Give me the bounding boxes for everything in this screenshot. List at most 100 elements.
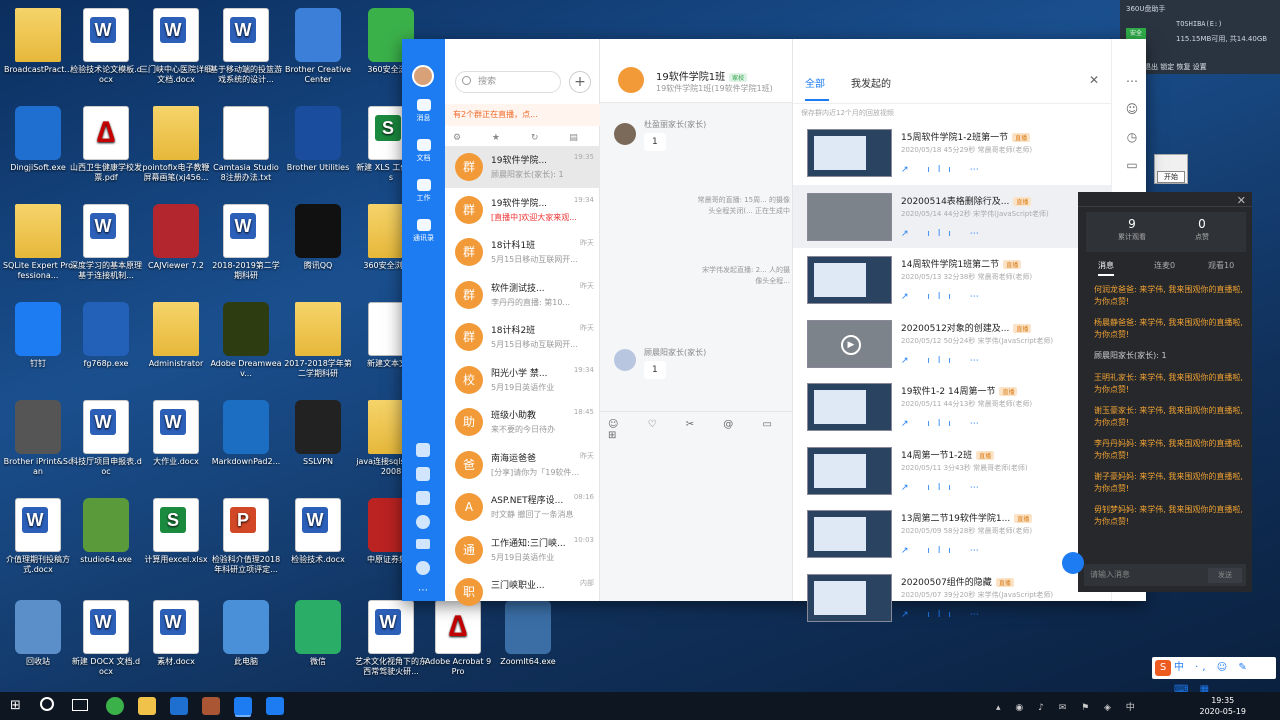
conversation-item[interactable]: 群软件测试技... 昨天 李丹丹的直播: 第10... [445,274,600,316]
search-icon[interactable] [40,697,54,711]
playback-item[interactable]: ▶ 20200512对象的创建及... 直播 2020/05/12 50分24秒 宋学… [793,312,1111,375]
mail-icon[interactable] [416,539,430,549]
desktop-icon[interactable]: pointofix电子教鞭屏幕画笔(xj456... [140,106,212,183]
desktop-icon[interactable]: fg768p.exe [70,302,142,369]
more-icon[interactable]: ⋯ [418,585,428,596]
settings-icon[interactable] [416,561,430,575]
start-button[interactable]: 开始 [1157,171,1185,183]
video-thumbnail[interactable] [807,256,892,304]
rail-item[interactable]: 通讯录 [402,219,445,243]
video-actions[interactable]: ↗ ılı ⋯ [901,165,987,175]
rail-item[interactable]: 文档 [402,139,445,163]
desktop-icon[interactable]: ∆ 山西卫生健康学校发票.pdf [70,106,142,183]
video-thumbnail[interactable] [807,383,892,431]
task-view-icon[interactable] [72,699,88,711]
desktop-icon[interactable]: studio64.exe [70,498,142,565]
tray-icons[interactable]: ▴ ◉ ♪ ✉ ⚑ ◈ 中 [996,700,1141,713]
desktop-icon[interactable]: CAJViewer 7.2 [140,204,212,271]
video-thumbnail[interactable] [807,446,892,495]
calendar-icon[interactable] [416,443,430,457]
desktop-icon[interactable]: 介值理期刊投稿方式.docx [2,498,74,575]
tab-messages[interactable]: 消息 [1098,260,1114,271]
desktop-icon[interactable]: 钉钉 [2,302,74,369]
message-bubble[interactable]: 1 [644,361,666,379]
play-icon[interactable]: ▶ [841,334,861,355]
desktop-icon[interactable]: DingjiSoft.exe [2,106,74,173]
desktop-icon[interactable]: 素材.docx [140,600,212,667]
side-toolbar[interactable]: ⋯ ☺ ◷ ▭ [1117,67,1147,179]
desktop-icon[interactable]: 科技厅项目申报表.doc [70,400,142,477]
desktop-icon[interactable]: 计算用excel.xlsx [140,498,212,565]
desktop-icon[interactable]: 微信 [282,600,354,667]
playback-item[interactable]: 20200514表格删除行及... 直播 2020/05/14 44分2秒 宋学伟(… [793,184,1111,248]
video-actions[interactable]: ↗ ılı ⋯ [901,546,987,556]
desktop-icon[interactable]: SQLite Expert Professiona... [2,204,74,281]
live-notice-bar[interactable]: 有2个群正在直播，点... [445,104,600,126]
desktop-icon[interactable]: 检验技术论文模板.docx [70,8,142,85]
app-icon[interactable] [170,697,188,715]
desktop-icon[interactable]: 2017-2018学年第二学期科研 [282,302,354,379]
desktop-icon[interactable]: Administrator [140,302,212,369]
dingtalk-live-icon[interactable] [266,697,284,715]
todo-icon[interactable] [416,467,430,481]
desktop-icon[interactable]: Brother Creative Center [282,8,354,85]
video-actions[interactable]: ↗ ılı ⋯ [901,610,987,620]
dingtalk-taskbar-icon[interactable] [234,697,252,715]
video-thumbnail[interactable] [807,192,892,241]
desktop-icon[interactable]: 2018-2019第二学期科研 [210,204,282,281]
add-button[interactable]: + [569,71,591,93]
conversation-item[interactable]: 群 19软件学院... 19:35 顾晨阳家长(家长): 1 [445,146,600,188]
tab-mine[interactable]: 我发起的 [851,75,891,90]
sender-avatar[interactable] [614,123,636,145]
rail-item[interactable]: 消息 [402,99,445,123]
desktop-icon[interactable]: Adobe Dreamweav... [210,302,282,379]
desktop-icon[interactable]: SSLVPN [282,400,354,467]
float-button[interactable] [1062,552,1084,574]
start-icon[interactable]: ⊞ [10,698,21,713]
playback-item[interactable]: 20200507组件的隐藏 直播 2020/05/07 39分20秒 宋学伟(Jav… [793,566,1111,629]
conversation-item[interactable]: 校阳光小学 禁... 19:34 5月19日英语作业 [445,359,600,401]
desktop-icon[interactable]: Brother Utilities [282,106,354,173]
sender-avatar[interactable] [614,349,636,371]
ding-icon[interactable] [416,491,430,505]
app-icon[interactable] [202,697,220,715]
video-thumbnail[interactable]: ▶ [807,319,892,368]
desktop-icon[interactable]: 艺术文化视角下的东西常驾驶火研... [355,600,427,677]
browser-icon[interactable] [106,697,124,715]
conversation-item[interactable]: 助班级小助教 18:45 来不要的今日待办 [445,401,600,443]
desktop-icon[interactable]: 腾讯QQ [282,204,354,271]
desktop-icon[interactable]: 检验技术.docx [282,498,354,565]
video-thumbnail[interactable] [807,573,892,622]
video-actions[interactable]: ↗ ılı ⋯ [901,483,987,493]
conversation-item[interactable]: 群 18计科2班 昨天 5月15日移动互联网开... [445,316,600,358]
input-toolbar[interactable]: ☺ ♡ ✂ @ ▭ ⊞ [608,419,792,441]
desktop-icon[interactable]: 三门峡中心医院详细文档.docx [140,8,212,85]
tab-connect[interactable]: 连麦0 [1154,260,1175,271]
playback-item[interactable]: 14周第一节1-2班 直播 2020/05/11 3分43秒 常晨哥老师(老师) ↗ … [793,439,1111,502]
usb-actions[interactable]: 退出 锁定 恢复 设置 [1144,62,1207,72]
playback-item[interactable]: 14周软件学院1班第二节 直播 2020/05/13 32分38秒 常晨哥老师(老师… [793,248,1111,311]
explorer-icon[interactable] [138,697,156,715]
close-icon[interactable]: ✕ [1089,73,1099,87]
desktop-icon[interactable]: 基于移动端的投篮游戏系统的设计... [210,8,282,85]
desktop-icon[interactable]: 回收站 [2,600,74,667]
phone-icon[interactable] [416,515,430,529]
chat-title[interactable]: 19软件学院1班 家校 [656,68,748,83]
avatar[interactable] [412,65,434,87]
desktop-icon[interactable]: 此电脑 [210,600,282,667]
desktop-icon[interactable]: 新建 DOCX 文档.docx [70,600,142,677]
send-button[interactable]: 发送 [1208,568,1242,583]
tab-all[interactable]: 全部 [805,75,825,90]
message-bubble[interactable]: 1 [644,133,666,151]
desktop-icon[interactable]: Brother iPrint&Scan [2,400,74,477]
playback-item[interactable]: 15周软件学院1-2班第一节 直播 2020/05/18 45分29秒 常晨哥老师(… [793,121,1111,184]
desktop-icon[interactable]: MarkdownPad2... [210,400,282,467]
clock[interactable]: 19:35 2020-05-19 [1200,695,1247,717]
ime-toolbar[interactable]: 中 ·, ☺ ✎ ⌨ ▦ [1152,657,1276,695]
video-thumbnail[interactable] [807,510,892,558]
conversation-item[interactable]: 职三门峡职业... 内部 [445,571,600,613]
playback-item[interactable]: 19软件1-2 14周第一节 直播 2020/05/11 44分13秒 常晨哥老师(… [793,375,1111,438]
video-actions[interactable]: ↗ ılı ⋯ [901,356,987,366]
desktop-icon[interactable]: Camtasia Studio 8注册办法.txt [210,106,282,183]
conversation-item[interactable]: 群 19软件学院... 19:34 [直播中]欢迎大家来观... [445,189,600,231]
